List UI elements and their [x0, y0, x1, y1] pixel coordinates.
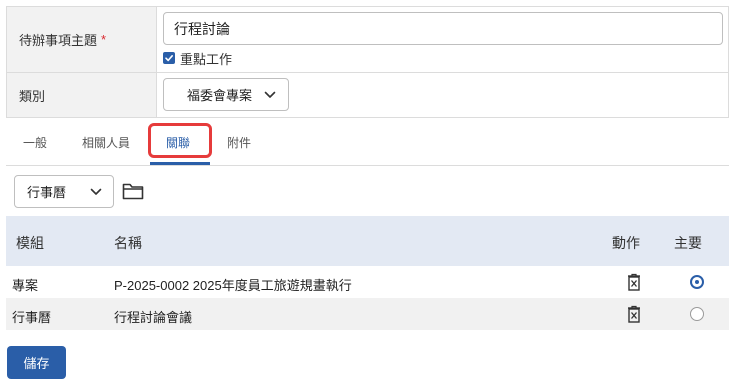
module-select[interactable]: 行事曆: [14, 175, 114, 208]
subject-input[interactable]: 行程討論: [163, 12, 723, 45]
table-header: 模組 名稱 動作 主要: [6, 216, 729, 266]
chevron-down-icon: [264, 91, 276, 98]
category-label: 類別: [7, 73, 157, 117]
row-name: P-2025-0002 2025年度員工旅遊規畫執行: [114, 278, 352, 293]
subject-label-text: 待辦事項主題: [19, 33, 98, 48]
tab-attachments[interactable]: 附件: [227, 134, 251, 151]
task-form: 待辦事項主題 * 行程討論 重點工作 類別 福委會專案: [6, 6, 729, 118]
header-name: 名稱: [114, 235, 142, 251]
category-label-text: 類別: [19, 88, 46, 104]
tab-related-people[interactable]: 相關人員: [82, 134, 130, 151]
category-row: 類別 福委會專案: [7, 73, 728, 117]
table-row: 專案 P-2025-0002 2025年度員工旅遊規畫執行: [6, 266, 729, 298]
header-module: 模組: [16, 235, 44, 251]
important-label: 重點工作: [180, 51, 233, 67]
category-select-value: 福委會專案: [187, 88, 253, 103]
primary-radio[interactable]: [690, 307, 704, 321]
header-primary: 主要: [674, 235, 702, 251]
relations-table: 模組 名稱 動作 主要 專案 P-2025-0002 2025年度員工旅遊規畫執…: [6, 216, 729, 330]
checkbox-checked-icon[interactable]: [163, 52, 175, 64]
subject-label: 待辦事項主題 *: [7, 7, 157, 72]
row-module: 專案: [12, 278, 39, 293]
save-button[interactable]: 儲存: [7, 346, 66, 379]
header-action: 動作: [612, 235, 640, 251]
required-mark: *: [101, 32, 107, 47]
chevron-down-icon: [90, 188, 102, 195]
table-row: 行事曆 行程討論會議: [6, 298, 729, 330]
tab-general[interactable]: 一般: [23, 134, 47, 151]
row-name: 行程討論會議: [114, 310, 193, 325]
tab-highlight-box: [148, 123, 212, 158]
primary-radio[interactable]: [690, 275, 704, 289]
important-checkbox[interactable]: 重點工作: [163, 49, 232, 67]
delete-icon[interactable]: [627, 305, 641, 323]
tab-bar: 一般 相關人員 關聯 附件: [6, 118, 729, 166]
active-tab-indicator: [150, 162, 210, 165]
module-select-value: 行事曆: [27, 185, 67, 200]
folder-icon[interactable]: [122, 181, 144, 201]
category-select[interactable]: 福委會專案: [163, 78, 289, 111]
subject-row: 待辦事項主題 * 行程討論 重點工作: [7, 7, 728, 73]
delete-icon[interactable]: [627, 273, 641, 291]
subject-input-value: 行程討論: [174, 20, 230, 37]
row-module: 行事曆: [12, 310, 52, 325]
